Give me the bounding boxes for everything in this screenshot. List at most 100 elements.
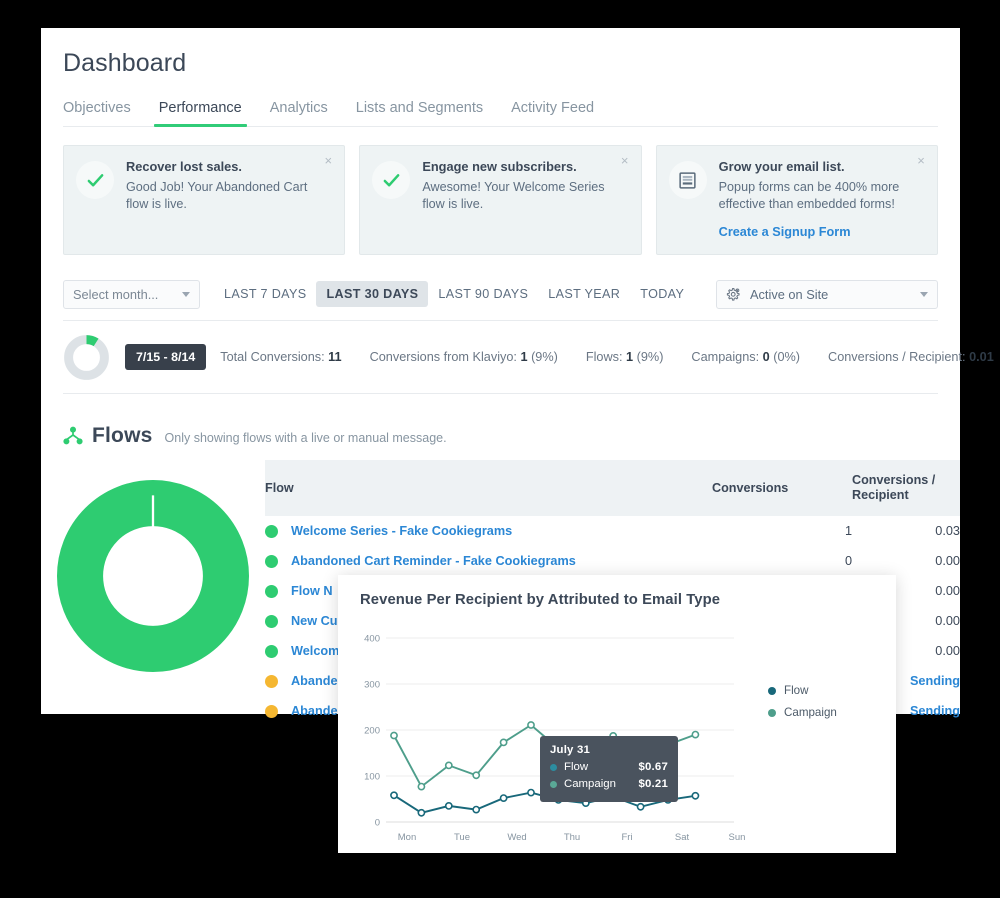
check-icon [383,173,400,186]
flow-name-cell: Welcome Series - Fake Cookiegrams [265,516,712,546]
stat-value: 0.01 [969,350,994,364]
range-last-90-days[interactable]: LAST 90 DAYS [428,281,538,307]
card-title: Engage new subscribers. [422,159,577,174]
card-text: Popup forms can be 400% more effective t… [718,180,900,211]
y-tick-200: 200 [364,726,380,737]
tab-analytics[interactable]: Analytics [256,100,342,126]
flow-link[interactable]: Welcome Series - Fake Cookiegrams [291,524,512,538]
card-body: Grow your email list. Popup forms can be… [707,159,923,241]
flow-link[interactable]: Abandoned Cart Reminder - Fake Cookiegra… [291,554,576,568]
flow-link[interactable]: Welcom [291,644,339,658]
tab-objectives[interactable]: Objectives [63,100,145,126]
tooltip-dot-campaign [550,781,557,788]
status-dot-sending [265,704,278,718]
metric-select-label: Active on Site [750,286,829,302]
status-dot-live [265,554,278,568]
x-tick-thu: Thu [564,832,580,843]
chart-plot-area: 400 300 200 100 0 Mon Tue Wed Thu Fri Sa… [338,616,896,848]
conversions-per-recipient-cell: 0.00 [935,554,960,568]
status-dot-live [265,644,278,658]
range-today[interactable]: TODAY [630,281,694,307]
table-header-row: Flow Conversions Conversions / Recipient [265,460,960,516]
check-icon [87,173,103,186]
close-icon[interactable]: × [618,154,632,168]
stat-label: Total Conversions: [220,350,325,364]
close-icon[interactable]: × [914,154,928,168]
flow-link[interactable]: Flow N [291,584,333,598]
tooltip-date: July 31 [550,744,591,756]
tooltip-row-flow: Flow $0.67 [550,759,668,776]
flows-subtitle: Only showing flows with a live or manual… [164,431,447,445]
cr-line-2: Recipient [852,488,909,502]
tab-activity-feed[interactable]: Activity Feed [497,100,608,126]
flows-donut-chart [57,480,249,672]
gear-icon [726,287,740,301]
select-month-dropdown[interactable]: Select month... [63,279,200,309]
tooltip-label-flow: Flow [564,761,589,773]
range-last-year[interactable]: LAST YEAR [538,281,630,307]
check-icon-badge [372,161,411,199]
y-tick-300: 300 [364,680,380,691]
stat-value: 0 [762,350,770,364]
stat-value: 1 [520,350,528,364]
check-icon-badge [76,161,114,199]
range-last-30-days[interactable]: LAST 30 DAYS [316,281,429,307]
filter-bar: Select month... LAST 7 DAYS LAST 30 DAYS… [41,255,960,313]
conversion-progress-donut [64,334,109,380]
window-header: Dashboard Objectives Performance Analyti… [41,28,960,127]
stat-conversions-from-klaviyo: Conversions from Klaviyo: 1 (9%) [356,350,572,364]
card-grow-your-email-list: Grow your email list. Popup forms can be… [655,145,938,255]
x-tick-sun: Sun [729,832,746,843]
tooltip-label-campaign: Campaign [564,778,616,790]
flow-link[interactable]: Abande [291,704,338,718]
table-row: Welcome Series - Fake Cookiegrams 1 0.03 [265,516,960,546]
tooltip-row-campaign: Campaign $0.21 [550,776,668,793]
close-icon[interactable]: × [321,154,335,168]
x-tick-wed: Wed [507,832,526,843]
line-chart-svg: 400 300 200 100 0 Mon Tue Wed Thu Fri Sa… [364,634,746,844]
stat-campaigns: Campaigns: 0 (0%) [677,350,814,364]
flow-name-cell: Abandoned Cart Reminder - Fake Cookiegra… [265,546,712,576]
flow-link[interactable]: New Cu [291,614,338,628]
date-range-buttons: LAST 7 DAYS LAST 30 DAYS LAST 90 DAYS LA… [214,281,694,307]
flows-title: Flows [92,424,153,447]
stat-suffix: (0%) [769,350,801,364]
flow-link[interactable]: Abande [291,674,338,688]
range-last-7-days[interactable]: LAST 7 DAYS [214,281,316,307]
card-body: Recover lost sales. Good Job! Your Aband… [114,159,330,241]
tab-performance[interactable]: Performance [145,100,256,127]
card-body: Engage new subscribers. Awesome! Your We… [410,159,626,241]
notification-cards: Recover lost sales. Good Job! Your Aband… [41,127,960,255]
stat-label: Conversions from Klaviyo: [369,350,517,364]
signup-form-icon-badge [668,161,707,199]
legend-label-flow: Flow [784,684,809,697]
stat-label: Campaigns: [691,350,760,364]
signup-form-icon [679,171,696,189]
status-dot-sending [265,674,278,688]
legend-label-campaign: Campaign [784,706,837,719]
metric-select-dropdown[interactable]: Active on Site [716,279,938,309]
card-recover-lost-sales: Recover lost sales. Good Job! Your Aband… [63,145,346,255]
y-tick-400: 400 [364,634,380,645]
stat-flows: Flows: 1 (9%) [572,350,678,364]
stat-label: Conversions / Recipient: [828,350,966,364]
legend-item-campaign[interactable]: Campaign [768,706,837,719]
chart-legend: Flow Campaign [768,684,837,728]
y-tick-100: 100 [364,772,380,783]
card-text: Awesome! Your Welcome Series flow is liv… [422,180,605,211]
stat-suffix: (9%) [527,350,558,364]
create-signup-form-link[interactable]: Create a Signup Form [719,225,851,239]
revenue-chart-panel: Revenue Per Recipient by Attributed to E… [338,575,896,853]
card-title: Recover lost sales. [126,159,242,174]
card-title: Grow your email list. [718,159,845,174]
chart-y-axis-labels: 400 300 200 100 0 [364,634,380,829]
flows-icon [63,426,83,445]
tab-lists-and-segments[interactable]: Lists and Segments [342,100,497,126]
chart-title: Revenue Per Recipient by Attributed to E… [360,592,721,608]
column-header-flow: Flow [265,460,712,516]
legend-item-flow[interactable]: Flow [768,684,837,697]
conversions-per-recipient-cell: 0.03 [935,524,960,538]
column-header-conversions: Conversions [712,460,852,516]
x-tick-tue: Tue [454,832,470,843]
legend-dot-flow [768,686,776,695]
